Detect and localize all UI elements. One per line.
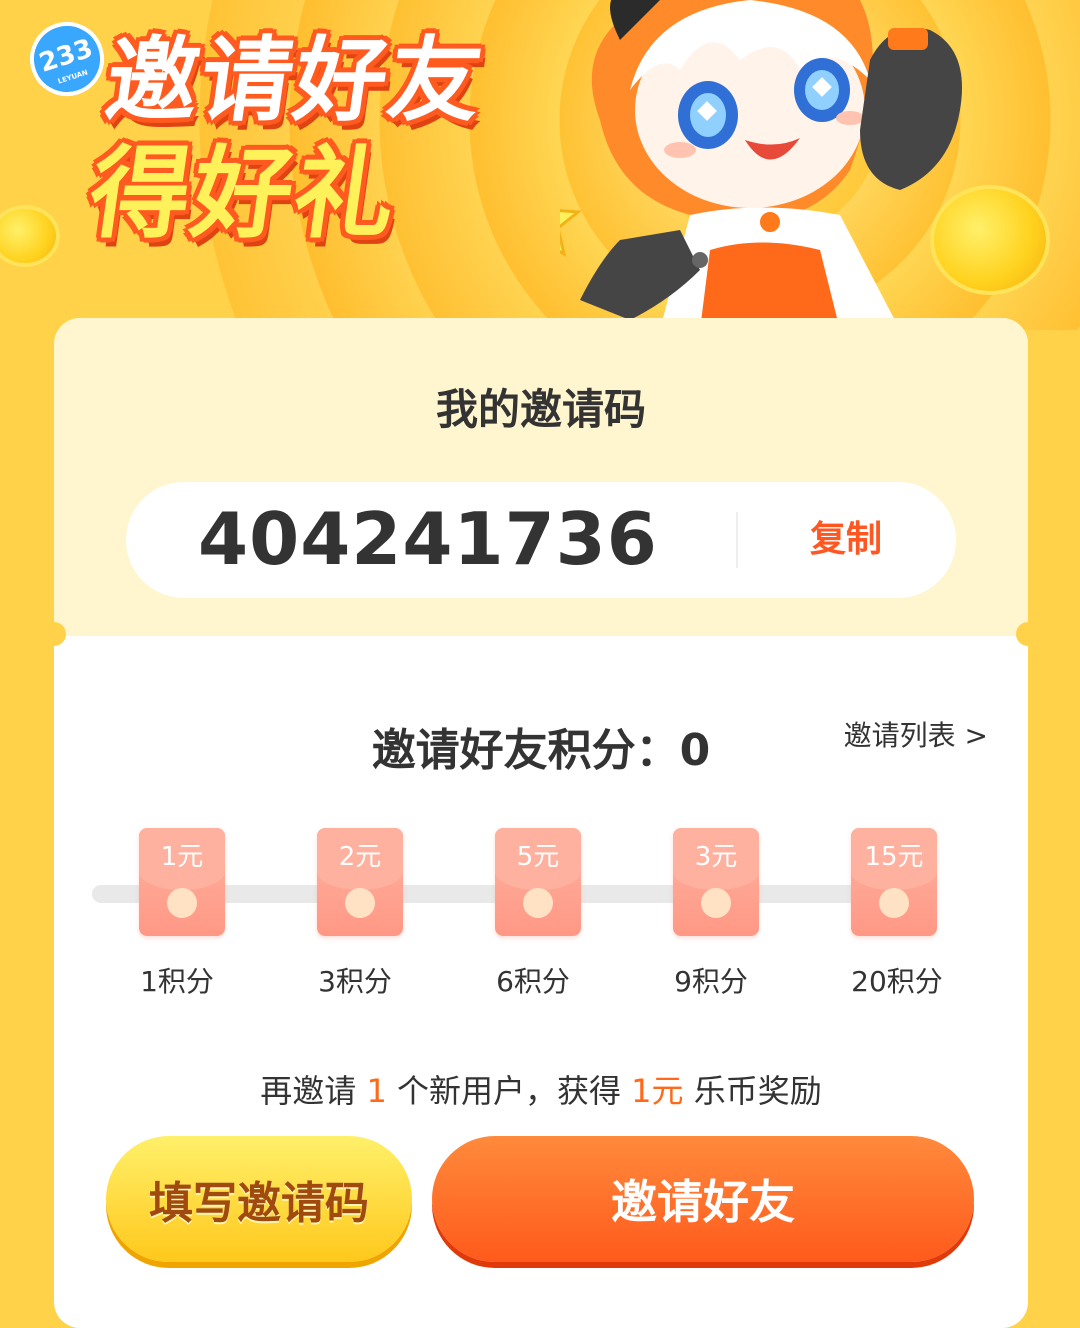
banner: 233 LEYUAN 邀请好友 得好礼 [0, 0, 1080, 330]
seal-icon [879, 888, 909, 918]
reward-redpacket-5: 15元 [851, 828, 937, 936]
hint-prefix: 再邀请 [260, 1072, 367, 1110]
fill-invite-code-label: 填写邀请码 [149, 1178, 369, 1229]
app-logo: 233 LEYUAN [20, 12, 114, 106]
reward-redpacket-4: 3元 [673, 828, 759, 936]
reward-redpacket-1: 1元 [139, 828, 225, 936]
next-reward-hint: 再邀请 1 个新用户，获得 1元 乐币奖励 [54, 1066, 1028, 1112]
seal-icon [523, 888, 553, 918]
reward-amount: 3元 [694, 842, 738, 872]
invite-friends-button[interactable]: 邀请好友 [432, 1136, 974, 1262]
banner-subtitle: 得好礼 [82, 135, 405, 252]
reward-points-3: 6积分 [496, 965, 570, 998]
invite-list-link[interactable]: 邀请列表 > [844, 714, 988, 754]
seal-icon [167, 888, 197, 918]
reward-redpacket-3: 5元 [495, 828, 581, 936]
invite-card: 我的邀请码 404241736 复制 邀请好友积分：0 邀请列表 > 1元 2元… [54, 318, 1028, 1328]
hint-reward: 1元 [631, 1072, 684, 1110]
mascot-illustration [560, 0, 962, 330]
hint-count: 1 [366, 1072, 387, 1110]
reward-redpacket-2: 2元 [317, 828, 403, 936]
reward-points-4: 9积分 [674, 965, 748, 998]
coin-decoration [0, 205, 60, 267]
reward-points-1: 1积分 [140, 965, 214, 998]
divider [736, 512, 738, 568]
invite-code-box: 404241736 复制 [126, 482, 956, 598]
seal-icon [701, 888, 731, 918]
card-notch-right [1016, 622, 1040, 646]
star-icon [560, 209, 582, 258]
copy-button[interactable]: 复制 [766, 510, 926, 570]
reward-amount: 15元 [864, 842, 924, 872]
reward-points-2: 3积分 [318, 965, 392, 998]
hint-suffix: 乐币奖励 [683, 1072, 822, 1110]
code-section: 我的邀请码 404241736 复制 [54, 318, 1028, 636]
card-notch-left [42, 622, 66, 646]
invite-code-value: 404241736 [198, 497, 658, 581]
fill-invite-code-button[interactable]: 填写邀请码 [106, 1136, 412, 1262]
hint-middle: 个新用户，获得 [386, 1072, 632, 1110]
invite-friends-label: 邀请好友 [611, 1175, 795, 1229]
reward-amount: 2元 [338, 842, 382, 872]
code-section-title: 我的邀请码 [435, 385, 646, 434]
reward-points-5: 20积分 [851, 965, 943, 998]
reward-amount: 1元 [160, 842, 204, 872]
reward-amount: 5元 [516, 842, 560, 872]
seal-icon [345, 888, 375, 918]
